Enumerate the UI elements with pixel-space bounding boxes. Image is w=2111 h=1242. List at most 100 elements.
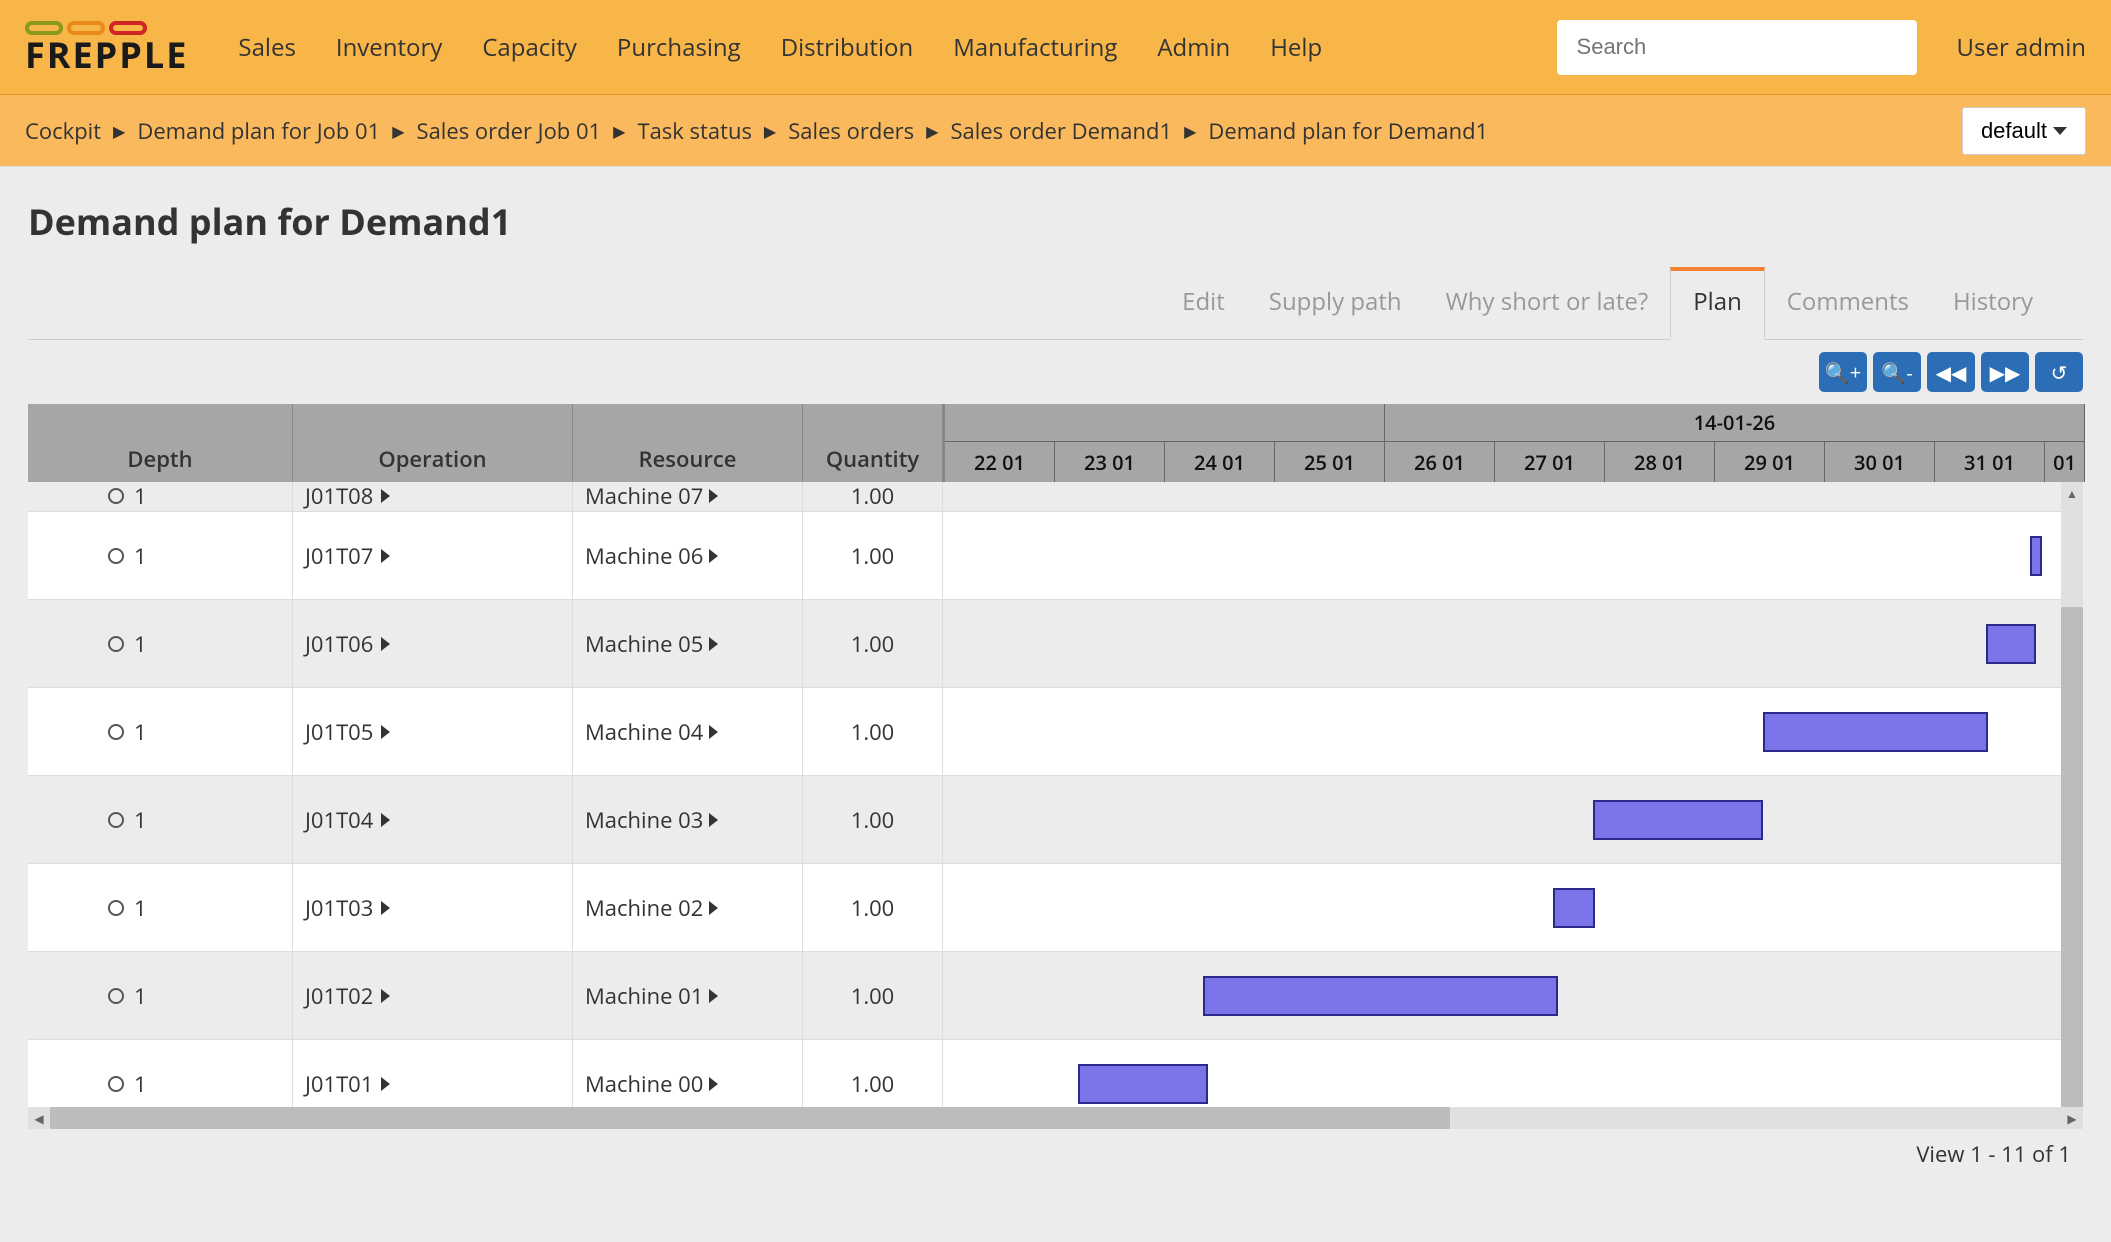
table-row[interactable]: 1J01T04Machine 031.00 <box>28 776 2083 864</box>
tab-supply-path[interactable]: Supply path <box>1247 267 1424 340</box>
cell-operation[interactable]: J01T02 <box>293 952 573 1039</box>
row-radio-icon[interactable] <box>108 548 124 564</box>
row-radio-icon[interactable] <box>108 900 124 916</box>
vertical-scroll-thumb[interactable] <box>2061 607 2083 1107</box>
crumb-cockpit[interactable]: Cockpit <box>25 116 101 146</box>
drill-icon[interactable] <box>381 989 390 1003</box>
cell-operation[interactable]: J01T06 <box>293 600 573 687</box>
horizontal-scrollbar[interactable]: ◀ ▶ <box>28 1107 2083 1129</box>
row-radio-icon[interactable] <box>108 636 124 652</box>
gantt-bar[interactable] <box>1078 1064 1208 1104</box>
drill-icon[interactable] <box>709 725 718 739</box>
row-radio-icon[interactable] <box>108 724 124 740</box>
scenario-dropdown[interactable]: default <box>1962 107 2086 155</box>
cell-operation[interactable]: J01T08 <box>293 482 573 511</box>
search-input[interactable] <box>1557 20 1917 75</box>
cell-operation[interactable]: J01T03 <box>293 864 573 951</box>
col-header-operation[interactable]: Operation <box>293 404 573 482</box>
col-header-resource[interactable]: Resource <box>573 404 803 482</box>
drill-icon[interactable] <box>709 489 718 503</box>
week-group-blank <box>945 404 1385 441</box>
rewind-button[interactable]: ◀◀ <box>1927 352 1975 392</box>
gantt-bar[interactable] <box>1593 800 1763 840</box>
gantt-bar[interactable] <box>1986 624 2036 664</box>
cell-resource[interactable]: Machine 07 <box>573 482 803 511</box>
nav-sales[interactable]: Sales <box>238 31 295 64</box>
crumb-1[interactable]: Demand plan for Job 01 <box>137 116 380 146</box>
logo[interactable]: FREPPLE <box>25 21 188 73</box>
nav-capacity[interactable]: Capacity <box>482 31 577 64</box>
tab-plan[interactable]: Plan <box>1670 267 1765 340</box>
drill-icon[interactable] <box>381 901 390 915</box>
tab-edit[interactable]: Edit <box>1160 267 1247 340</box>
row-radio-icon[interactable] <box>108 488 124 504</box>
tab-history[interactable]: History <box>1931 267 2055 340</box>
cell-resource[interactable]: Machine 05 <box>573 600 803 687</box>
drill-icon[interactable] <box>381 1077 390 1091</box>
crumb-4[interactable]: Sales orders <box>788 116 914 146</box>
crumb-2[interactable]: Sales order Job 01 <box>417 116 602 146</box>
drill-icon[interactable] <box>381 549 390 563</box>
cell-operation[interactable]: J01T07 <box>293 512 573 599</box>
drill-icon[interactable] <box>709 989 718 1003</box>
zoom-in-button[interactable]: 🔍+ <box>1819 352 1867 392</box>
gantt-bar[interactable] <box>2030 536 2042 576</box>
tab-why-short[interactable]: Why short or late? <box>1424 267 1671 340</box>
table-row[interactable]: 1J01T05Machine 041.00 <box>28 688 2083 776</box>
crumb-3[interactable]: Task status <box>637 116 751 146</box>
cell-operation[interactable]: J01T04 <box>293 776 573 863</box>
row-radio-icon[interactable] <box>108 812 124 828</box>
drill-icon[interactable] <box>709 901 718 915</box>
table-row[interactable]: 1J01T02Machine 011.00 <box>28 952 2083 1040</box>
cell-resource[interactable]: Machine 03 <box>573 776 803 863</box>
drill-icon[interactable] <box>381 725 390 739</box>
table-row[interactable]: 1J01T01Machine 001.00 <box>28 1040 2083 1107</box>
scroll-up-icon[interactable]: ▲ <box>2061 482 2083 504</box>
gantt-bar[interactable] <box>1763 712 1988 752</box>
nav-manufacturing[interactable]: Manufacturing <box>953 31 1117 64</box>
horizontal-scroll-thumb[interactable] <box>50 1107 1450 1129</box>
table-row[interactable]: 1J01T03Machine 021.00 <box>28 864 2083 952</box>
forward-button[interactable]: ▶▶ <box>1981 352 2029 392</box>
scroll-right-icon[interactable]: ▶ <box>2061 1107 2083 1129</box>
col-header-depth[interactable]: Depth <box>28 404 293 482</box>
cell-resource[interactable]: Machine 00 <box>573 1040 803 1107</box>
vertical-scrollbar[interactable]: ▲ <box>2061 482 2083 1107</box>
drill-icon[interactable] <box>381 813 390 827</box>
row-radio-icon[interactable] <box>108 1076 124 1092</box>
cell-resource[interactable]: Machine 02 <box>573 864 803 951</box>
cell-resource[interactable]: Machine 01 <box>573 952 803 1039</box>
cell-resource[interactable]: Machine 06 <box>573 512 803 599</box>
drill-icon[interactable] <box>709 1077 718 1091</box>
drill-icon[interactable] <box>709 637 718 651</box>
drill-icon[interactable] <box>381 637 390 651</box>
breadcrumb-sep-icon: ▶ <box>926 120 938 142</box>
scroll-left-icon[interactable]: ◀ <box>28 1107 50 1129</box>
gantt-bar[interactable] <box>1553 888 1595 928</box>
cell-resource[interactable]: Machine 04 <box>573 688 803 775</box>
drill-icon[interactable] <box>381 489 390 503</box>
nav-admin[interactable]: Admin <box>1157 31 1230 64</box>
drill-icon[interactable] <box>709 549 718 563</box>
depth-value: 1 <box>134 893 147 923</box>
crumb-6[interactable]: Demand plan for Demand1 <box>1208 116 1488 146</box>
table-row[interactable]: 1J01T08Machine 071.00 <box>28 482 2083 512</box>
table-row[interactable]: 1J01T06Machine 051.00 <box>28 600 2083 688</box>
tab-comments[interactable]: Comments <box>1765 267 1931 340</box>
zoom-out-button[interactable]: 🔍- <box>1873 352 1921 392</box>
nav-inventory[interactable]: Inventory <box>336 31 442 64</box>
crumb-5[interactable]: Sales order Demand1 <box>950 116 1172 146</box>
breadcrumb-sep-icon: ▶ <box>1184 120 1196 142</box>
reset-button[interactable]: ↺ <box>2035 352 2083 392</box>
nav-distribution[interactable]: Distribution <box>781 31 914 64</box>
gantt-bar[interactable] <box>1203 976 1558 1016</box>
user-menu[interactable]: User admin <box>1957 31 2086 64</box>
nav-purchasing[interactable]: Purchasing <box>617 31 741 64</box>
col-header-quantity[interactable]: Quantity <box>803 404 943 482</box>
row-radio-icon[interactable] <box>108 988 124 1004</box>
nav-help[interactable]: Help <box>1270 31 1322 64</box>
cell-operation[interactable]: J01T01 <box>293 1040 573 1107</box>
drill-icon[interactable] <box>709 813 718 827</box>
table-row[interactable]: 1J01T07Machine 061.00 <box>28 512 2083 600</box>
cell-operation[interactable]: J01T05 <box>293 688 573 775</box>
